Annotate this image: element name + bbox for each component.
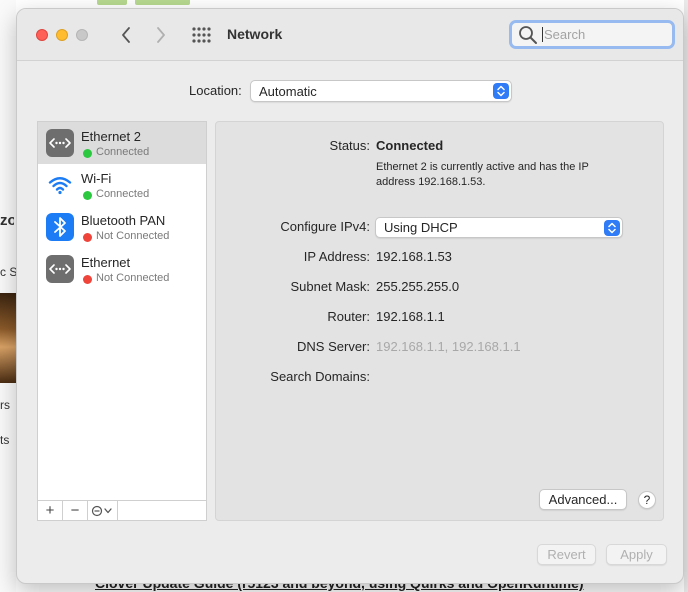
remove-service-button[interactable]: − <box>63 501 88 520</box>
service-status: Not Connected <box>96 230 170 242</box>
forward-button[interactable] <box>150 23 172 47</box>
background-tab <box>97 0 127 5</box>
dns-server-value: 192.168.1.1, 192.168.1.1 <box>376 339 521 354</box>
service-item-bluetooth-pan[interactable]: Bluetooth PAN Not Connected <box>38 206 206 248</box>
background-text: zo <box>0 212 14 229</box>
background-tab <box>135 0 190 5</box>
search-input[interactable] <box>542 27 662 42</box>
add-service-button[interactable]: + <box>38 501 63 520</box>
configure-ipv4-value: Using DHCP <box>384 220 458 235</box>
service-item-ethernet[interactable]: Ethernet Not Connected <box>38 248 206 290</box>
background-text: ts <box>0 433 10 447</box>
ethernet-icon <box>46 129 74 157</box>
status-description: Ethernet 2 is currently active and has t… <box>376 161 589 188</box>
search-icon <box>519 25 537 44</box>
router-value: 192.168.1.1 <box>376 309 445 324</box>
revert-button[interactable]: Revert <box>537 544 596 565</box>
status-dot <box>83 275 92 284</box>
dns-server-label: DNS Server: <box>297 339 370 354</box>
subnet-mask-label: Subnet Mask: <box>290 279 371 294</box>
service-list: Ethernet 2 Connected Wi-Fi Connected Blu… <box>37 121 207 521</box>
search-field[interactable] <box>509 20 675 49</box>
service-list-toolbar: + − <box>38 500 206 520</box>
service-item-wifi[interactable]: Wi-Fi Connected <box>38 164 206 206</box>
service-status: Connected <box>96 146 150 158</box>
background-image <box>0 293 16 383</box>
close-button[interactable] <box>36 29 48 41</box>
network-preferences-window: Network Location: Automatic Ethernet 2 C… <box>16 8 684 584</box>
service-status: Not Connected <box>96 272 170 284</box>
router-label: Router: <box>327 309 370 324</box>
ip-address-value: 192.168.1.53 <box>376 249 452 264</box>
chevron-left-icon <box>122 27 130 43</box>
action-menu-icon <box>91 505 112 516</box>
bluetooth-icon <box>46 213 74 241</box>
configure-ipv4-label: Configure IPv4: <box>280 219 370 234</box>
service-name: Wi-Fi <box>81 171 112 186</box>
title-bar: Network <box>17 9 683 61</box>
service-name: Ethernet <box>81 255 131 270</box>
chevron-right-icon <box>157 27 165 43</box>
background-text: c Sa <box>0 265 16 279</box>
search-domains-label: Search Domains: <box>270 369 370 384</box>
status-dot <box>83 233 92 242</box>
help-button[interactable]: ? <box>638 491 656 509</box>
select-arrows-icon <box>493 83 509 99</box>
minimize-button[interactable] <box>56 29 68 41</box>
service-name: Ethernet 2 <box>81 129 141 144</box>
status-dot <box>83 191 92 200</box>
zoom-button[interactable] <box>76 29 88 41</box>
location-value: Automatic <box>259 83 317 99</box>
status-label: Status: <box>329 138 370 153</box>
show-all-button[interactable] <box>191 26 211 44</box>
location-label: Location: <box>189 83 242 98</box>
background-text: rs <box>0 398 10 412</box>
configure-ipv4-select[interactable]: Using DHCP <box>375 217 623 238</box>
status-value: Connected <box>376 138 444 153</box>
service-detail-pane: Status: Connected Ethernet 2 is currentl… <box>215 121 664 521</box>
action-menu-button[interactable] <box>88 501 118 520</box>
select-arrows-icon <box>604 220 620 236</box>
service-item-ethernet-2[interactable]: Ethernet 2 Connected <box>38 122 206 164</box>
window-title: Network <box>227 26 283 42</box>
wifi-icon <box>46 171 74 199</box>
location-select[interactable]: Automatic <box>250 80 512 102</box>
ethernet-icon <box>46 255 74 283</box>
grid-icon <box>192 27 211 43</box>
apply-button[interactable]: Apply <box>606 544 667 565</box>
service-name: Bluetooth PAN <box>81 213 166 228</box>
subnet-mask-value: 255.255.255.0 <box>376 279 460 294</box>
status-dot <box>83 149 92 158</box>
service-status: Connected <box>96 188 150 200</box>
back-button[interactable] <box>115 23 137 47</box>
advanced-button[interactable]: Advanced... <box>539 489 627 510</box>
background-page <box>684 0 688 592</box>
ip-address-label: IP Address: <box>303 249 370 264</box>
